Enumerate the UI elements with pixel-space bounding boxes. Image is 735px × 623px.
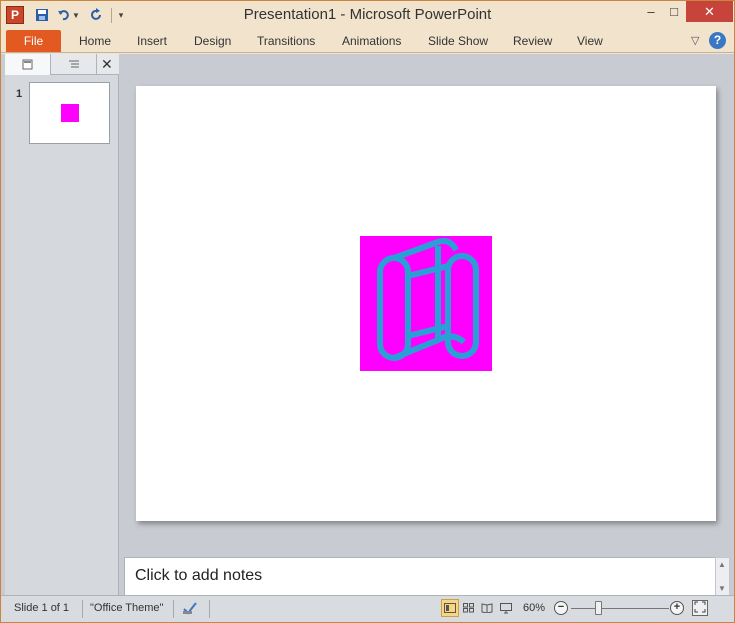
slide-indicator[interactable]: Slide 1 of 1 (14, 602, 69, 614)
status-bar: Slide 1 of 1 "Office Theme" 60% − + (1, 595, 734, 622)
tab-slide-show[interactable]: Slide Show (428, 30, 488, 52)
slides-tab[interactable] (5, 54, 51, 75)
notes-scrollbar[interactable]: ▲ ▼ (715, 557, 730, 596)
tab-file[interactable]: File (6, 30, 61, 52)
slide-sorter-view-icon[interactable] (460, 599, 478, 617)
powerpoint-window: P ▼ ▾ Presentation1 - Microsoft PowerPoi… (0, 0, 735, 623)
tab-insert[interactable]: Insert (137, 30, 167, 52)
spell-check-icon[interactable] (181, 599, 199, 617)
tab-design[interactable]: Design (194, 30, 231, 52)
slide-canvas[interactable] (136, 86, 716, 521)
window-title: Presentation1 - Microsoft PowerPoint (243, 6, 492, 23)
slide-thumbnail[interactable] (29, 82, 110, 144)
workspace: ✕ 1 Click to add notes ▲ ▼ (1, 54, 734, 596)
tab-home[interactable]: Home (79, 30, 111, 52)
notes-placeholder[interactable]: Click to add notes (135, 567, 262, 585)
tab-review[interactable]: Review (513, 30, 552, 52)
zoom-out-button[interactable]: − (554, 601, 568, 615)
slide-picture[interactable] (360, 236, 492, 371)
tab-animations[interactable]: Animations (342, 30, 401, 52)
close-pane-icon[interactable]: ✕ (101, 56, 113, 73)
maximize-button[interactable]: □ (663, 1, 685, 22)
thumbnail-image (61, 104, 79, 122)
outline-tab[interactable] (51, 54, 97, 75)
reading-view-icon[interactable] (478, 599, 496, 617)
zoom-slider-thumb[interactable] (595, 601, 602, 615)
slide-show-view-icon[interactable] (497, 599, 515, 617)
zoom-slider-track[interactable] (571, 608, 669, 609)
slides-pane: ✕ 1 (5, 54, 119, 595)
notes-pane[interactable]: Click to add notes (124, 557, 716, 596)
scroll-down-icon[interactable]: ▼ (718, 584, 726, 593)
scroll-up-icon[interactable]: ▲ (718, 560, 726, 569)
outline-tab-icon (68, 60, 79, 67)
ribbon-tabs: File Home Insert Design Transitions Anim… (1, 30, 734, 53)
zoom-level[interactable]: 60% (523, 602, 545, 614)
collapse-ribbon-icon[interactable]: ▽ (691, 34, 699, 47)
theme-name[interactable]: "Office Theme" (90, 602, 163, 614)
help-icon[interactable]: ? (709, 32, 726, 49)
tab-view[interactable]: View (577, 30, 603, 52)
minimize-button[interactable]: – (639, 1, 663, 22)
tab-transitions[interactable]: Transitions (257, 30, 315, 52)
slides-tab-icon (22, 59, 33, 70)
close-button[interactable]: ✕ (686, 1, 733, 22)
fit-to-window-icon[interactable] (692, 600, 708, 616)
slide-number: 1 (16, 88, 23, 100)
pane-tabs: ✕ (5, 54, 119, 75)
title-bar: P ▼ ▾ Presentation1 - Microsoft PowerPoi… (1, 1, 734, 30)
normal-view-icon[interactable] (441, 599, 459, 617)
zoom-in-button[interactable]: + (670, 601, 684, 615)
